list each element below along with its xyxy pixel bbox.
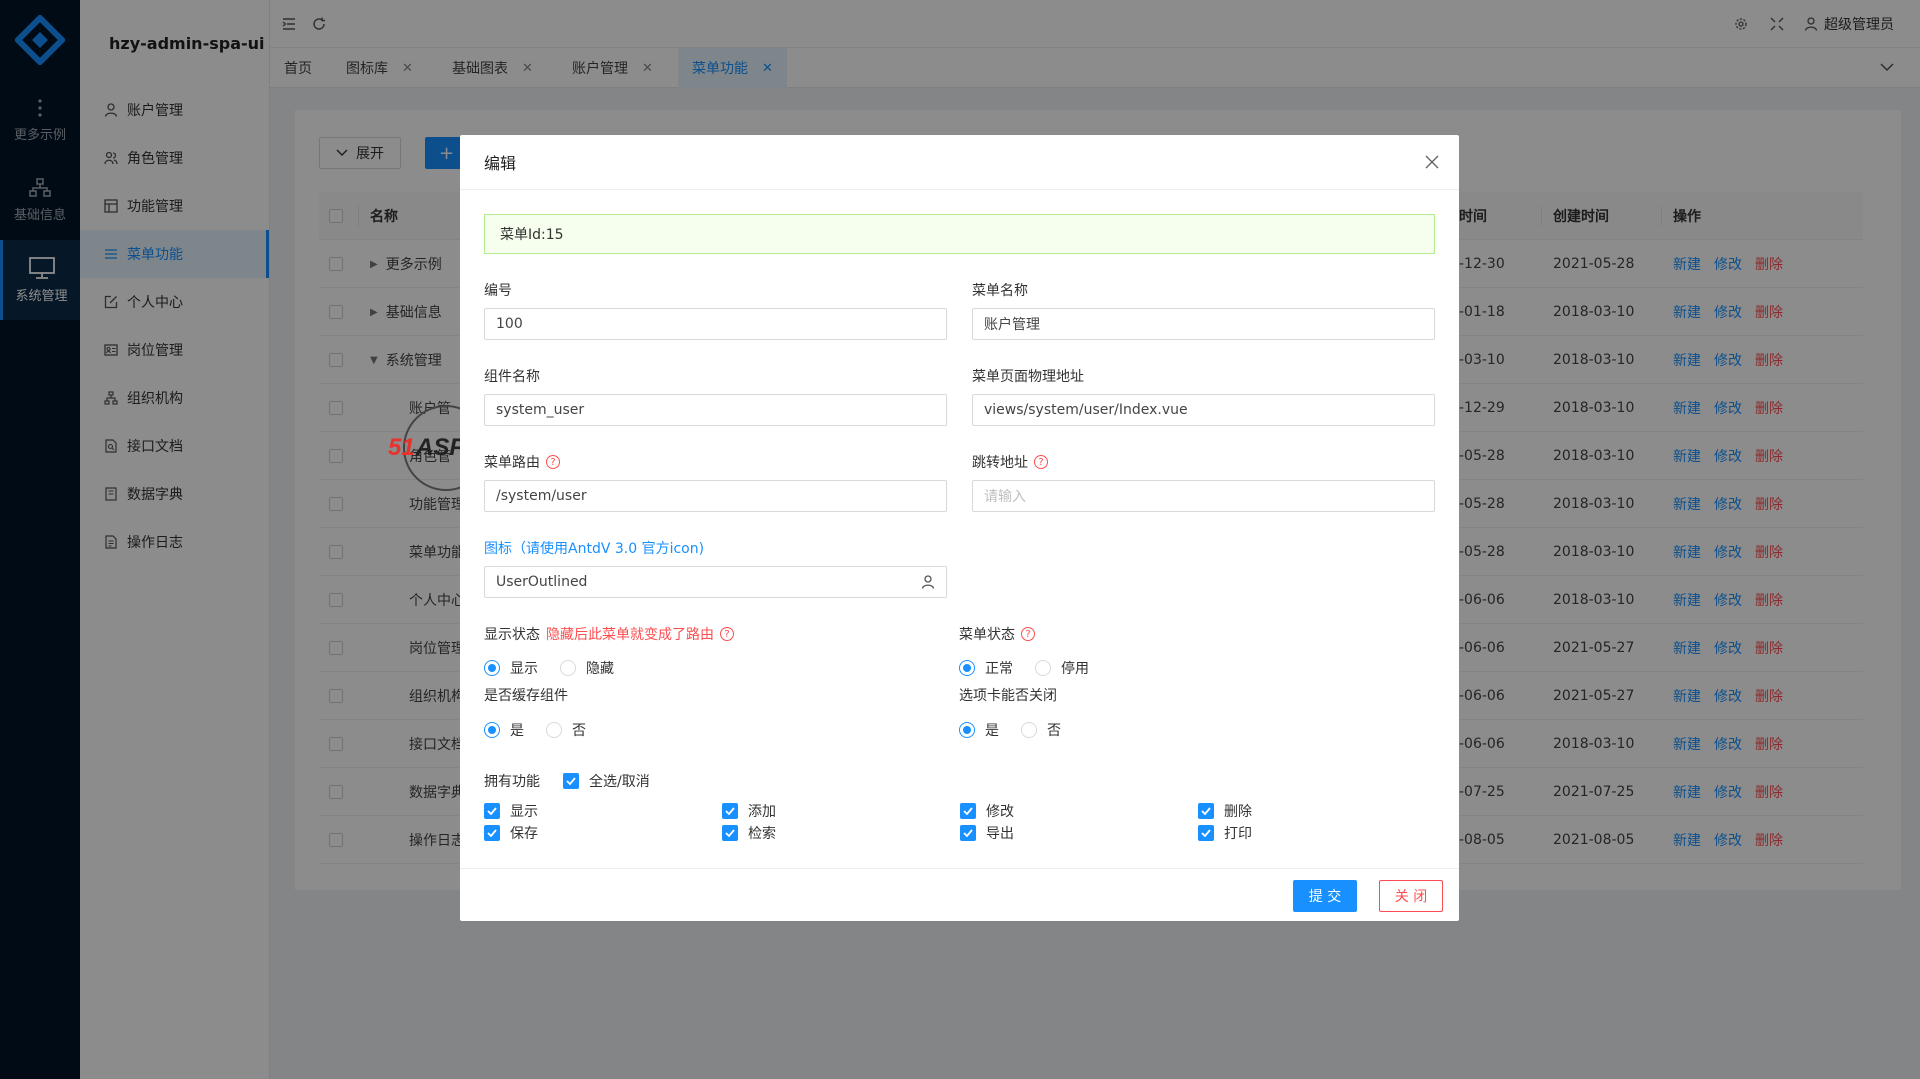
checkbox-label: 修改 (986, 804, 1014, 820)
menu-state-radio-group: 正常 停用 (959, 658, 1111, 678)
close-button[interactable]: 关 闭 (1379, 880, 1443, 912)
radio-label: 否 (572, 723, 586, 739)
question-circle-icon[interactable]: ? (1034, 455, 1048, 469)
select-all-functions[interactable]: 全选/取消 (563, 771, 650, 791)
menu-state-label: 菜单状态 ? (959, 624, 1035, 644)
radio-button[interactable] (1035, 660, 1051, 676)
menu-state-normal[interactable]: 正常 (959, 658, 1013, 678)
tab-closable-yes[interactable]: 是 (959, 720, 999, 740)
page-path-input[interactable]: views/system/user/Index.vue (972, 394, 1435, 426)
cache-no[interactable]: 否 (546, 720, 586, 740)
checkbox-label: 显示 (510, 804, 538, 820)
radio-label: 否 (1047, 723, 1061, 739)
icon-label: 图标（请使用AntdV 3.0 官方icon) (484, 541, 705, 557)
checkbox-label: 打印 (1224, 826, 1252, 842)
checkbox-label: 删除 (1224, 804, 1252, 820)
modal-close-button[interactable] (1421, 151, 1443, 173)
route-label: 菜单路由 ? (484, 452, 560, 472)
user-icon (921, 575, 935, 593)
cache-radio-group: 是 否 (484, 720, 608, 740)
modal-title: 编辑 (484, 154, 517, 173)
function-checkbox[interactable]: 添加 (722, 801, 776, 821)
jump-url-label: 跳转地址 ? (972, 452, 1048, 472)
question-circle-icon[interactable]: ? (546, 455, 560, 469)
submit-button[interactable]: 提 交 (1293, 880, 1357, 912)
menu-state-disabled[interactable]: 停用 (1035, 658, 1089, 678)
checkbox-checked[interactable] (1198, 803, 1214, 819)
functions-label: 拥有功能 (484, 774, 540, 790)
icon-input-value: UserOutlined (496, 574, 588, 590)
menu-id-alert: 菜单Id:15 (484, 214, 1435, 254)
code-input[interactable]: 100 (484, 308, 947, 340)
display-state-hint: 隐藏后此菜单就变成了路由 (546, 627, 714, 643)
checkbox-checked[interactable] (563, 773, 579, 789)
radio-button[interactable] (959, 722, 975, 738)
function-checkbox[interactable]: 显示 (484, 801, 538, 821)
display-state-hide[interactable]: 隐藏 (560, 658, 614, 678)
checkbox-label: 检索 (748, 826, 776, 842)
display-state-radio-group: 显示 隐藏 (484, 658, 636, 678)
radio-label: 显示 (510, 661, 538, 677)
display-state-label: 显示状态 隐藏后此菜单就变成了路由 ? (484, 624, 734, 644)
function-checkbox[interactable]: 修改 (960, 801, 1014, 821)
edit-modal: 编辑 菜单Id:15 编号 100 菜单名称 账户管理 组件名称 system_… (460, 135, 1459, 921)
function-checkbox[interactable]: 保存 (484, 823, 538, 843)
checkbox-checked[interactable] (722, 825, 738, 841)
radio-label: 停用 (1061, 661, 1089, 677)
icon-input[interactable]: UserOutlined (484, 566, 947, 598)
menu-name-label: 菜单名称 (972, 283, 1028, 299)
modal-header: 编辑 (460, 135, 1459, 190)
display-state-label-text: 显示状态 (484, 627, 540, 643)
checkbox-checked[interactable] (1198, 825, 1214, 841)
component-name-input[interactable]: system_user (484, 394, 947, 426)
tab-closable-radio-group: 是 否 (959, 720, 1083, 740)
radio-button[interactable] (484, 722, 500, 738)
radio-label: 是 (985, 723, 999, 739)
tab-closable-label: 选项卡能否关闭 (959, 688, 1057, 704)
checkbox-checked[interactable] (484, 825, 500, 841)
radio-label: 隐藏 (586, 661, 614, 677)
checkbox-label: 全选/取消 (589, 774, 650, 790)
route-input[interactable]: /system/user (484, 480, 947, 512)
modal-footer: 提 交 关 闭 (460, 868, 1459, 921)
function-checkbox[interactable]: 导出 (960, 823, 1014, 843)
tab-closable-no[interactable]: 否 (1021, 720, 1061, 740)
function-checkbox[interactable]: 检索 (722, 823, 776, 843)
checkbox-checked[interactable] (722, 803, 738, 819)
checkbox-label: 添加 (748, 804, 776, 820)
menu-name-input[interactable]: 账户管理 (972, 308, 1435, 340)
route-label-text: 菜单路由 (484, 455, 540, 471)
svg-text:51: 51 (388, 434, 415, 461)
radio-label: 是 (510, 723, 524, 739)
question-circle-icon[interactable]: ? (720, 627, 734, 641)
display-state-show[interactable]: 显示 (484, 658, 538, 678)
function-checkbox[interactable]: 打印 (1198, 823, 1252, 843)
checkbox-checked[interactable] (960, 803, 976, 819)
cache-yes[interactable]: 是 (484, 720, 524, 740)
component-name-label: 组件名称 (484, 369, 540, 385)
jump-url-input[interactable]: 请输入 (972, 480, 1435, 512)
function-checkbox[interactable]: 删除 (1198, 801, 1252, 821)
radio-button[interactable] (959, 660, 975, 676)
page-path-label: 菜单页面物理地址 (972, 369, 1084, 385)
jump-url-label-text: 跳转地址 (972, 455, 1028, 471)
menu-state-label-text: 菜单状态 (959, 627, 1015, 643)
cache-label: 是否缓存组件 (484, 688, 568, 704)
code-label: 编号 (484, 283, 512, 299)
checkbox-label: 导出 (986, 826, 1014, 842)
radio-button[interactable] (546, 722, 562, 738)
radio-button[interactable] (560, 660, 576, 676)
close-icon (1425, 155, 1439, 169)
radio-label: 正常 (985, 661, 1013, 677)
radio-button[interactable] (484, 660, 500, 676)
radio-button[interactable] (1021, 722, 1037, 738)
checkbox-checked[interactable] (484, 803, 500, 819)
question-circle-icon[interactable]: ? (1021, 627, 1035, 641)
checkbox-checked[interactable] (960, 825, 976, 841)
checkbox-label: 保存 (510, 826, 538, 842)
